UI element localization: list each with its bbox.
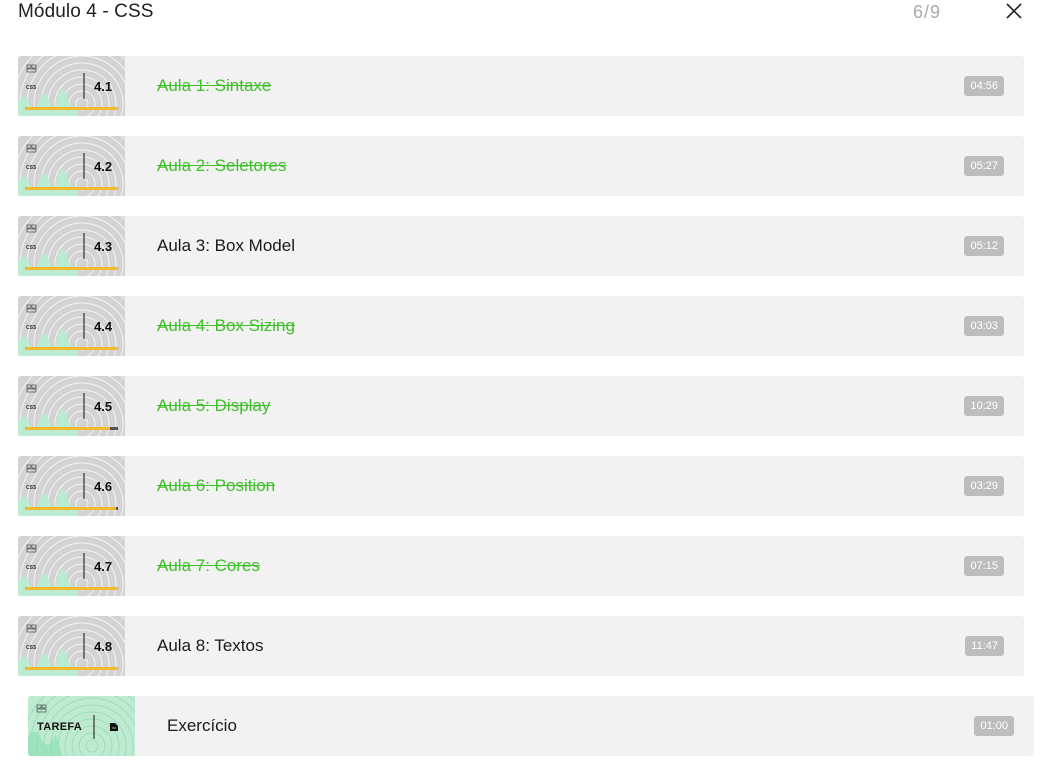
thumbnail-tag: CSS [26,405,37,411]
watch-progress-fill [25,267,118,270]
lesson-thumbnail: CSS 4.3 [18,216,125,276]
lesson-number: 4.8 [94,639,113,654]
duration-badge: 03:03 [964,316,1004,336]
lesson-thumbnail: CSS 4.5 [18,376,125,436]
lesson-row[interactable]: CSS 4.7 Aula 7: Cores 07:15 [18,536,1024,596]
lesson-title: Aula 6: Position [157,476,276,495]
lesson-title: Aula 1: Sintaxe [157,76,272,95]
lesson-thumbnail: CSS 4.8 [18,616,125,676]
thumbnail-tag: CSS [26,245,37,251]
thumbnail-tag: CSS [26,325,37,331]
task-label: TAREFA [37,721,82,733]
watch-progress-bar [25,267,118,270]
lesson-row[interactable]: CSS 4.8 Aula 8: Textos 11:47 [18,616,1024,676]
lesson-row[interactable]: CSS 4.2 Aula 2: Seletores 05:27 [18,136,1024,196]
lesson-row[interactable]: CSS 4.6 Aula 6: Position 03:29 [18,456,1024,516]
thumbnail-tag: CSS [26,85,37,91]
document-icon [110,723,118,731]
duration-badge: 01:00 [974,716,1014,736]
lesson-row[interactable]: CSS 4.3 Aula 3: Box Model 05:12 [18,216,1024,276]
close-button[interactable] [1004,1,1024,21]
watch-progress-bar [25,187,118,190]
lesson-row[interactable]: CSS 4.4 Aula 4: Box Sizing 03:03 [18,296,1024,356]
thumbnail-tag: CSS [26,485,37,491]
watch-progress-fill [25,347,118,350]
thumbnail-tag: CSS [26,165,37,171]
lesson-number: 4.5 [94,399,113,414]
thumbnail-tag: CSS [26,565,37,571]
watch-progress-bar [25,107,118,110]
lesson-title: Aula 8: Textos [157,636,264,655]
module-title: Módulo 4 - CSS [18,1,154,22]
lesson-number: 4.2 [94,159,113,174]
task-title: Exercício [167,716,237,735]
lesson-title: Aula 5: Display [157,396,271,415]
watch-progress-fill [25,587,118,590]
duration-badge: 07:15 [964,556,1004,576]
watch-progress-bar [25,667,118,670]
lesson-thumbnail: CSS 4.2 [18,136,125,196]
close-icon [1006,3,1022,19]
lesson-number: 4.1 [94,79,113,94]
lesson-thumbnail: CSS 4.1 [18,56,125,116]
lesson-row[interactable]: CSS 4.1 Aula 1: Sintaxe 04:56 [18,56,1024,116]
module-header: Módulo 4 - CSS 6/9 [0,0,1062,26]
watch-progress-bar [25,347,118,350]
thumbnail-tag: CSS [26,645,37,651]
duration-badge: 04:56 [964,76,1004,96]
lesson-thumbnail: CSS 4.6 [18,456,125,516]
task-thumbnail: TAREFA [28,696,135,756]
progress-count: 6/9 [913,2,942,22]
watch-progress-fill [25,187,118,190]
watch-progress-fill [25,507,117,510]
lesson-title: Aula 3: Box Model [157,236,295,255]
lesson-row[interactable]: CSS 4.5 Aula 5: Display 10:29 [18,376,1024,436]
watch-progress-bar [25,427,118,430]
lesson-number: 4.3 [94,239,113,254]
duration-badge: 05:27 [964,156,1004,176]
task-row[interactable]: TAREFA Exercício 01:00 [28,696,1034,756]
duration-badge: 05:12 [964,236,1004,256]
lesson-number: 4.4 [94,319,113,334]
lesson-title: Aula 2: Seletores [157,156,287,175]
watch-progress-fill [25,667,118,670]
lesson-number: 4.7 [94,559,113,574]
lesson-thumbnail: CSS 4.7 [18,536,125,596]
duration-badge: 03:29 [964,476,1004,496]
duration-badge: 11:47 [965,636,1004,656]
watch-progress-bar [25,587,118,590]
lesson-title: Aula 7: Cores [157,556,260,575]
duration-badge: 10:29 [964,396,1004,416]
lesson-number: 4.6 [94,479,113,494]
watch-progress-fill [25,427,110,430]
lesson-title: Aula 4: Box Sizing [157,316,295,335]
lesson-thumbnail: CSS 4.4 [18,296,125,356]
watch-progress-bar [25,507,118,510]
watch-progress-fill [25,107,118,110]
